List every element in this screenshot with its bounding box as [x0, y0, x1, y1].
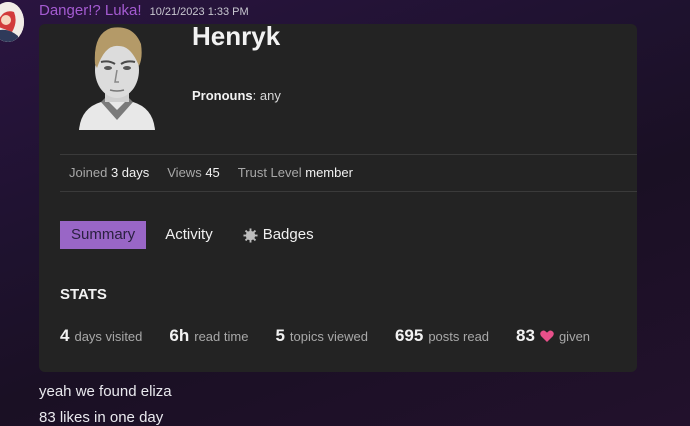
pronouns-label: Pronouns	[192, 88, 253, 103]
tab-badges-label: Badges	[262, 226, 314, 243]
profile-tabs: Summary Activity Badges	[60, 221, 325, 249]
message-header: Danger!? Luka! 10/21/2023 1:33 PM	[39, 2, 249, 22]
stat-topics-viewed: 5 topics viewed	[275, 326, 368, 345]
stats-title: STATS	[60, 286, 107, 303]
divider-top	[60, 154, 637, 155]
divider-bottom	[60, 191, 637, 192]
stat-read-time: 6h read time	[169, 326, 249, 345]
profile-username: Henryk	[192, 24, 281, 51]
profile-card[interactable]: Henryk Pronouns: any Joined 3 days Views…	[39, 24, 637, 372]
author-avatar[interactable]	[0, 2, 24, 42]
message-line-2: 83 likes in one day	[39, 409, 164, 426]
badge-gear-icon	[243, 227, 258, 243]
profile-meta: Joined 3 days Views 45 Trust Level membe…	[69, 165, 353, 180]
profile-pronouns: Pronouns: any	[192, 88, 281, 103]
pronouns-value: : any	[252, 88, 281, 103]
message-timestamp: 10/21/2023 1:33 PM	[149, 6, 249, 18]
stats-row: 4 days visited 6h read time 5 topics viewed…	[60, 326, 590, 346]
message-line-1: yeah we found eliza	[39, 383, 172, 400]
author-name[interactable]: Danger!? Luka!	[39, 2, 142, 19]
meta-trust-level: Trust Level member	[237, 165, 353, 180]
tab-badges[interactable]: Badges	[232, 221, 325, 249]
tab-summary[interactable]: Summary	[60, 221, 147, 249]
heart-icon	[540, 330, 554, 342]
tab-activity[interactable]: Activity	[154, 221, 224, 249]
profile-avatar	[79, 27, 155, 130]
meta-views: Views 45	[167, 165, 220, 180]
stat-days-visited: 4 days visited	[60, 326, 143, 345]
stat-posts-read: 695 posts read	[394, 326, 490, 345]
stat-likes-given: 83 given	[516, 326, 591, 345]
meta-joined: Joined 3 days	[69, 165, 150, 180]
